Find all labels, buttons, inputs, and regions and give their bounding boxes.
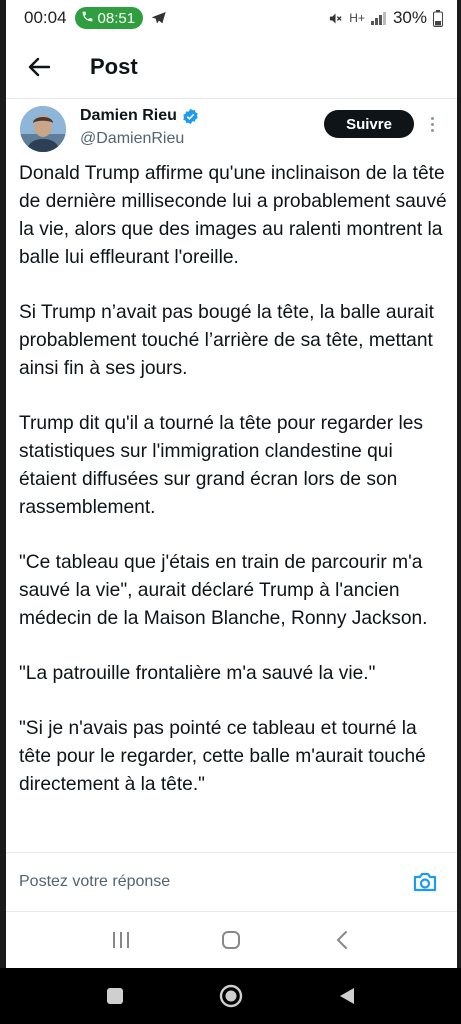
system-back-button[interactable] bbox=[329, 978, 365, 1014]
reply-input[interactable]: Postez votre réponse bbox=[19, 873, 170, 891]
page-header: Post bbox=[6, 36, 457, 99]
home-button[interactable] bbox=[211, 920, 251, 960]
signal-icon bbox=[370, 11, 387, 25]
triangle-back-icon bbox=[338, 986, 356, 1006]
author-row: Damien Rieu @DamienRieu Suivre bbox=[6, 98, 457, 160]
circle-icon bbox=[219, 984, 243, 1008]
post-paragraph: "Ce tableau que j'étais en train de parc… bbox=[19, 552, 428, 629]
status-bar: 00:04 08:51 H+ 30% bbox=[6, 0, 457, 36]
recent-apps-icon bbox=[111, 931, 131, 949]
battery-percent: 30% bbox=[392, 8, 427, 27]
system-navigation-bar bbox=[0, 968, 461, 1024]
recent-apps-button[interactable] bbox=[101, 920, 141, 960]
telegram-icon bbox=[151, 11, 167, 25]
phone-icon bbox=[81, 10, 94, 27]
post-paragraph: Trump dit qu'il a tourné la tête pour re… bbox=[19, 413, 423, 518]
verified-badge-icon bbox=[182, 108, 199, 125]
mute-icon bbox=[328, 11, 343, 26]
home-icon bbox=[221, 930, 241, 950]
ongoing-call-pill[interactable]: 08:51 bbox=[74, 7, 144, 29]
reply-bar[interactable]: Postez votre réponse bbox=[6, 852, 457, 912]
post-text: Donald Trump affirme qu'une inclinaison … bbox=[19, 160, 447, 852]
author-name: Damien Rieu bbox=[80, 107, 177, 124]
author-name-group[interactable]: Damien Rieu bbox=[80, 107, 199, 125]
post-paragraph: Donald Trump affirme qu'une inclinaison … bbox=[19, 163, 447, 268]
screen-edge-right bbox=[457, 0, 461, 968]
status-time: 00:04 bbox=[24, 8, 67, 27]
author-handle[interactable]: @DamienRieu bbox=[80, 130, 184, 148]
post-paragraph: Si Trump n’avait pas bougé la tête, la b… bbox=[19, 302, 434, 379]
system-recents-button[interactable] bbox=[97, 978, 133, 1014]
chevron-left-icon bbox=[335, 930, 349, 950]
post-paragraph: "Si je n'avais pas pointé ce tableau et … bbox=[19, 718, 426, 795]
battery-icon bbox=[433, 9, 443, 27]
app-navigation-bar bbox=[6, 912, 457, 968]
avatar[interactable] bbox=[20, 106, 66, 152]
post-paragraph: "La patrouille frontalière m'a sauvé la … bbox=[19, 663, 376, 684]
back-button[interactable] bbox=[24, 52, 54, 82]
call-duration: 08:51 bbox=[97, 9, 136, 27]
network-type: H+ bbox=[349, 11, 365, 25]
page-title: Post bbox=[90, 54, 138, 79]
arrow-left-icon bbox=[28, 57, 50, 77]
square-icon bbox=[106, 987, 124, 1005]
camera-icon[interactable] bbox=[411, 868, 439, 896]
system-home-button[interactable] bbox=[213, 978, 249, 1014]
back-nav-button[interactable] bbox=[322, 920, 362, 960]
screen: 00:04 08:51 H+ 30% Post Damien Rieu @Dam… bbox=[0, 0, 461, 1024]
follow-button[interactable]: Suivre bbox=[324, 110, 414, 138]
more-vertical-icon[interactable] bbox=[424, 110, 440, 138]
